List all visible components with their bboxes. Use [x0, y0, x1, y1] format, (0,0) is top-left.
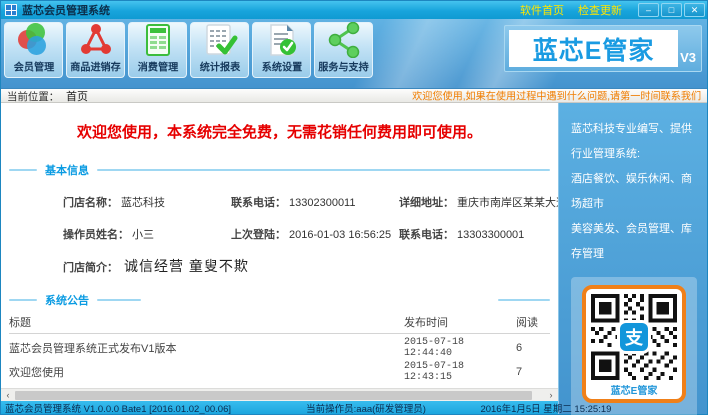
- status-operator: 当前操作员:aaa(研发管理员): [306, 404, 426, 415]
- brand-logo: 蓝芯E管家 V3: [504, 25, 702, 72]
- brand-logo-text: 蓝芯E管家: [532, 36, 655, 65]
- settings-check-icon: [264, 22, 300, 58]
- maximize-button[interactable]: □: [661, 3, 682, 17]
- members-venn-icon: [16, 22, 52, 58]
- toolbar-button-members[interactable]: 会员管理: [4, 22, 63, 78]
- alipay-logo-icon: 支: [620, 323, 648, 351]
- breadcrumb-home-link[interactable]: 首页: [66, 88, 88, 104]
- toolbar-button-inventory[interactable]: 商品进销存: [66, 22, 125, 78]
- field-store-name: 门店名称： 蓝芯科技: [63, 197, 165, 209]
- sidebar-intro: 蓝芯科技专业编写、提供行业管理系统: 酒店餐饮、娱乐休闲、商场超市 美容美发、会…: [559, 103, 707, 267]
- announcements-table: 标题 发布时间 阅读 蓝芯会员管理系统正式发布V1版本 2015-07-18 1…: [9, 314, 550, 384]
- section-header-basic-info: 基本信息: [9, 162, 550, 178]
- welcome-message: 欢迎您使用，本系统完全免费，无需花销任何费用即可使用。: [76, 124, 482, 141]
- section-title: 基本信息: [45, 165, 89, 177]
- horizontal-scrollbar-thumb[interactable]: [15, 390, 532, 400]
- col-time: 发布时间: [404, 317, 448, 329]
- main-toolbar: 会员管理 商品进销存 消费管理 统计报表 系统设置 服务与支持 蓝芯E管家 V3: [1, 19, 707, 89]
- report-check-icon: [202, 22, 238, 58]
- toolbar-button-label: 统计报表: [199, 62, 240, 74]
- brand-logo-box: 蓝芯E管家: [509, 30, 679, 67]
- consume-table-icon: [140, 22, 176, 58]
- field-phone1: 联系电话： 13302300011: [231, 197, 356, 209]
- toolbar-button-label: 商品进销存: [70, 62, 121, 74]
- sidebar-intro-line: 美容美发、会员管理、库存管理: [571, 223, 692, 260]
- col-title: 标题: [9, 317, 31, 329]
- field-store-intro: 门店简介： 诚信经营 童叟不欺: [63, 258, 249, 274]
- support-share-icon: [326, 21, 362, 59]
- sidebar-intro-line: 酒店餐饮、娱乐休闲、商场超市: [571, 173, 692, 210]
- close-button[interactable]: ✕: [684, 3, 705, 17]
- announcement-title[interactable]: 欢迎您使用: [9, 364, 404, 380]
- status-datetime: 2016年1月5日 星期二 15:25:19: [480, 404, 612, 415]
- breadcrumb-label: 当前位置：: [7, 90, 60, 103]
- status-version: 蓝芯会员管理系统 V1.0.0.0 Bate1 [2016.01.02_00.0…: [5, 404, 232, 415]
- toolbar-button-reports[interactable]: 统计报表: [190, 22, 249, 78]
- breadcrumb-notice: 欢迎您使用,如果在使用过程中遇到什么问题,请第一时间联系我们: [412, 90, 701, 102]
- app-icon: [5, 4, 17, 16]
- inventory-molecule-icon: [78, 22, 114, 58]
- title-bar: 蓝芯会员管理系统 软件首页 检查更新 – □ ✕: [1, 1, 707, 19]
- app-window: 蓝芯会员管理系统 软件首页 检查更新 – □ ✕ 会员管理 商品进销存 消费管理…: [0, 0, 708, 415]
- horizontal-scrollbar[interactable]: ‹ ›: [1, 388, 558, 401]
- field-operator-name: 操作员姓名： 小三: [63, 229, 154, 241]
- toolbar-button-label: 系统设置: [261, 62, 302, 74]
- brand-logo-version: V3: [680, 50, 696, 65]
- announcement-row[interactable]: 欢迎您使用 2015-07-18 12:43:15 7: [9, 360, 550, 384]
- toolbar-button-consume[interactable]: 消费管理: [128, 22, 187, 78]
- toolbar-button-support[interactable]: 服务与支持: [314, 21, 373, 78]
- announcement-title[interactable]: 蓝芯会员管理系统正式发布V1版本: [9, 340, 404, 356]
- section-header-announcements: 系统公告: [9, 292, 550, 308]
- announcements-header-row: 标题 发布时间 阅读: [9, 314, 550, 334]
- field-address: 详细地址：重庆市南岸区某某大道1号: [399, 197, 558, 209]
- software-home-link[interactable]: 软件首页: [520, 2, 564, 18]
- section-title: 系统公告: [45, 295, 89, 307]
- main-content: 欢迎您使用，本系统完全免费，无需花销任何费用即可使用。 基本信息 门店名称： 蓝芯…: [1, 103, 558, 388]
- field-phone2: 联系电话： 13303300001: [399, 229, 525, 241]
- check-update-link[interactable]: 检查更新: [578, 2, 622, 18]
- toolbar-button-label: 会员管理: [13, 62, 54, 74]
- qr-card: 支 蓝芯E管家: [582, 285, 686, 403]
- sponsor-panel: 支 蓝芯E管家 赞助我们吧！: [571, 277, 697, 415]
- window-title: 蓝芯会员管理系统: [22, 5, 110, 17]
- announcement-time: 2015-07-18 12:44:40: [404, 337, 465, 359]
- field-last-login: 上次登陆： 2016-01-03 16:56:25: [231, 229, 392, 241]
- basic-info-grid: 门店名称： 蓝芯科技 联系电话： 13302300011 详细地址： 重庆市南岸区某某…: [63, 194, 558, 242]
- announcement-reads: 6: [516, 342, 523, 354]
- qr-caption: 蓝芯E管家: [610, 386, 658, 397]
- col-reads: 阅读: [516, 317, 538, 329]
- breadcrumb: 当前位置： 首页 欢迎您使用,如果在使用过程中遇到什么问题,请第一时间联系我们: [1, 89, 707, 103]
- alipay-qr-code: 支: [591, 294, 677, 380]
- status-bar: 蓝芯会员管理系统 V1.0.0.0 Bate1 [2016.01.02_00.0…: [1, 401, 611, 415]
- sidebar-intro-line: 蓝芯科技专业编写、提供行业管理系统:: [571, 123, 692, 160]
- toolbar-button-label: 消费管理: [137, 62, 178, 74]
- minimize-button[interactable]: –: [638, 3, 659, 17]
- announcement-reads: 7: [516, 366, 523, 378]
- announcement-row[interactable]: 蓝芯会员管理系统正式发布V1版本 2015-07-18 12:44:40 6: [9, 336, 550, 360]
- toolbar-button-label: 服务与支持: [318, 62, 369, 74]
- toolbar-button-settings[interactable]: 系统设置: [252, 22, 311, 78]
- announcement-time: 2015-07-18 12:43:15: [404, 361, 465, 383]
- right-sidebar: 蓝芯科技专业编写、提供行业管理系统: 酒店餐饮、娱乐休闲、商场超市 美容美发、会…: [558, 103, 707, 415]
